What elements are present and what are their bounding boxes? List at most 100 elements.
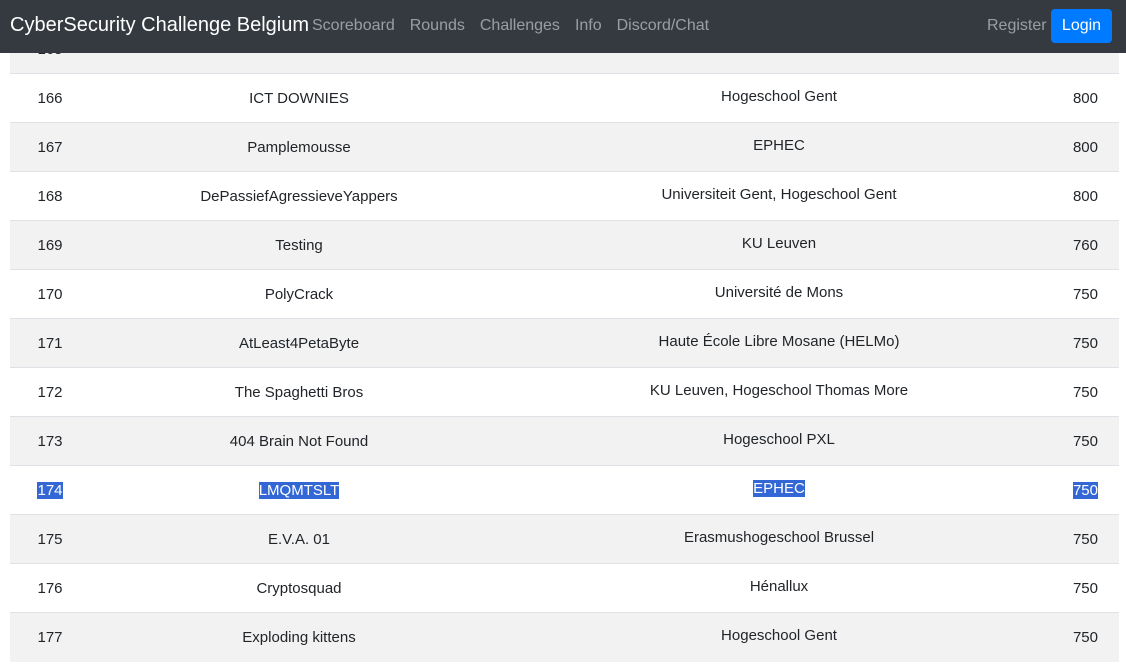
team-name-cell: Testing xyxy=(90,220,508,270)
rank-cell: 168 xyxy=(10,171,90,221)
team-name-text: AtLeast4PetaByte xyxy=(238,334,360,352)
school-cell: Universiteit Gent, Hogeschool Gent xyxy=(508,171,1050,221)
brand-link[interactable]: CyberSecurity Challenge Belgium xyxy=(10,14,309,37)
table-row: 168 DePassiefAgressieveYappers Universitei… xyxy=(10,171,1119,221)
team-name-cell: 404 Brain Not Found xyxy=(90,416,508,466)
rank-text: 169 xyxy=(37,236,63,254)
school-text: Haute École Libre Mosane (HELMo) xyxy=(658,332,900,350)
team-name-cell: AtLeast4PetaByte xyxy=(90,318,508,368)
team-name-text: Exploding kittens xyxy=(242,628,356,646)
table-row: 166 ICT DOWNIES Hogeschool Gent 800 xyxy=(10,73,1119,123)
team-name-cell: The Spaghetti Bros xyxy=(90,367,508,417)
register-link[interactable]: Register xyxy=(987,17,1047,35)
team-name-text: Pamplemousse xyxy=(247,138,351,156)
school-text: KU Leuven xyxy=(741,234,817,252)
team-name-cell: ICT DOWNIES xyxy=(90,73,508,123)
points-cell: 750 xyxy=(1050,367,1119,417)
table-row: 176 Cryptosquad Hénallux 750 xyxy=(10,563,1119,613)
points-text: 750 xyxy=(1072,334,1098,352)
team-name-text: E.V.A. 01 xyxy=(268,530,330,548)
school-text: Erasmushogeschool Brussel xyxy=(683,528,875,546)
team-name-cell: Pamplemousse xyxy=(90,122,508,172)
team-name-text: LMQMTSLT xyxy=(258,481,340,499)
team-name-cell: E.V.A. 01 xyxy=(90,514,508,564)
school-text: EPHEC xyxy=(753,479,805,497)
school-cell: Hogeschool Gent xyxy=(508,73,1050,123)
rank-text: 166 xyxy=(37,89,63,107)
school-cell: Hénallux xyxy=(508,563,1050,613)
points-cell: 750 xyxy=(1050,514,1119,564)
team-name-cell: PolyCrack xyxy=(90,269,508,319)
rank-cell: 172 xyxy=(10,367,90,417)
points-text: 750 xyxy=(1072,628,1098,646)
rank-text: 167 xyxy=(37,138,63,156)
rank-cell: 169 xyxy=(10,220,90,270)
points-cell: 750 xyxy=(1050,318,1119,368)
team-name-text: PolyCrack xyxy=(264,285,334,303)
points-cell: 750 xyxy=(1050,465,1119,515)
table-row: 167 Pamplemousse EPHEC 800 xyxy=(10,122,1119,172)
nav-link-challenges[interactable]: Challenges xyxy=(480,17,560,34)
points-cell: 750 xyxy=(1050,612,1119,662)
team-name-text: The Spaghetti Bros xyxy=(234,383,364,401)
points-text: 760 xyxy=(1072,236,1098,254)
rank-cell: 177 xyxy=(10,612,90,662)
team-name-cell: LMQMTSLT xyxy=(90,465,508,515)
table-row: 173 404 Brain Not Found Hogeschool PXL 750 xyxy=(10,416,1119,466)
rank-cell: 176 xyxy=(10,563,90,613)
points-text: 800 xyxy=(1072,89,1098,107)
team-name-text: DePassiefAgressieveYappers xyxy=(200,187,398,205)
nav-links: Scoreboard Rounds Challenges Info Discord/Ch… xyxy=(312,17,724,35)
points-text: 750 xyxy=(1072,285,1098,303)
nav-link-info[interactable]: Info xyxy=(575,17,602,34)
team-name-cell: Cryptosquad xyxy=(90,563,508,613)
rank-text: 168 xyxy=(37,187,63,205)
team-name-text: Testing xyxy=(275,236,323,254)
table-row: 169 Testing KU Leuven 760 xyxy=(10,220,1119,270)
school-text: Hogeschool Gent xyxy=(721,626,837,644)
school-text: KU Leuven, Hogeschool Thomas More xyxy=(649,381,909,399)
points-cell: 750 xyxy=(1050,563,1119,613)
table-row: 174 LMQMTSLT EPHEC 750 xyxy=(10,465,1119,515)
school-cell: KU Leuven xyxy=(508,220,1050,270)
table-row: 170 PolyCrack Université de Mons 750 xyxy=(10,269,1119,319)
nav-link-scoreboard[interactable]: Scoreboard xyxy=(312,17,395,34)
school-cell: Haute École Libre Mosane (HELMo) xyxy=(508,318,1050,368)
team-name-text: Cryptosquad xyxy=(256,579,342,597)
rank-cell: 174 xyxy=(10,465,90,515)
rank-cell: 173 xyxy=(10,416,90,466)
school-text: Universiteit Gent, Hogeschool Gent xyxy=(661,185,897,203)
points-cell: 800 xyxy=(1050,73,1119,123)
school-text: Hogeschool Gent xyxy=(721,87,837,105)
rank-text: 176 xyxy=(37,579,63,597)
school-cell: EPHEC xyxy=(508,122,1050,172)
school-cell: Hogeschool PXL xyxy=(508,416,1050,466)
nav-link-rounds[interactable]: Rounds xyxy=(410,17,465,34)
rank-cell: 175 xyxy=(10,514,90,564)
points-text: 800 xyxy=(1072,187,1098,205)
scoreboard-table-container: 165166ICT DOWNIESHogeschool Gent800167Pa… xyxy=(10,24,1119,662)
school-cell: Hogeschool Gent xyxy=(508,612,1050,662)
top-navbar: CyberSecurity Challenge Belgium Scoreboa… xyxy=(0,0,1126,53)
table-row: 175 E.V.A. 01 Erasmushogeschool Brussel 750 xyxy=(10,514,1119,564)
points-text: 800 xyxy=(1072,138,1098,156)
school-text: Université de Mons xyxy=(714,283,844,301)
rank-cell: 170 xyxy=(10,269,90,319)
table-row: 171 AtLeast4PetaByte Haute École Libre Mos… xyxy=(10,318,1119,368)
rank-text: 170 xyxy=(37,285,63,303)
team-name-cell: Exploding kittens xyxy=(90,612,508,662)
scoreboard-body: 165166ICT DOWNIESHogeschool Gent800167Pa… xyxy=(10,24,1119,662)
rank-text: 175 xyxy=(37,530,63,548)
team-name-text: ICT DOWNIES xyxy=(249,89,349,107)
login-button[interactable]: Login xyxy=(1051,9,1112,43)
school-cell: Université de Mons xyxy=(508,269,1050,319)
nav-link-discord-chat[interactable]: Discord/Chat xyxy=(617,17,709,34)
school-text: EPHEC xyxy=(753,136,805,154)
rank-cell: 171 xyxy=(10,318,90,368)
rank-text: 173 xyxy=(37,432,63,450)
points-cell: 760 xyxy=(1050,220,1119,270)
points-text: 750 xyxy=(1072,579,1098,597)
team-name-text: 404 Brain Not Found xyxy=(229,432,369,450)
points-cell: 800 xyxy=(1050,171,1119,221)
rank-text: 171 xyxy=(37,334,63,352)
